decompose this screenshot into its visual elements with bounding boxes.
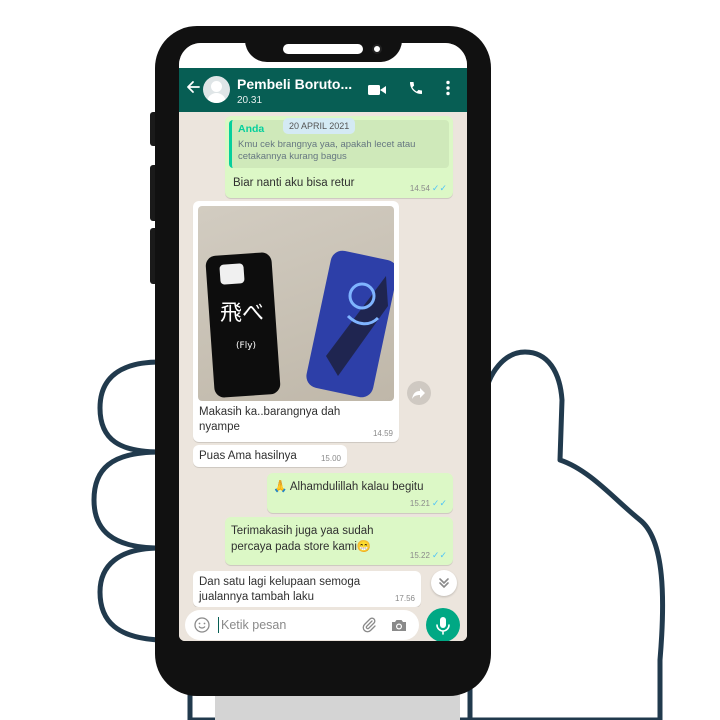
message-input[interactable]: Ketik pesan <box>185 610 419 640</box>
message-input-placeholder: Ketik pesan <box>221 618 287 632</box>
finger-3 <box>97 545 163 643</box>
case-left-subtext: (Fly) <box>236 341 256 351</box>
message-out[interactable]: Terimakasih juga yaa sudah percaya pada … <box>225 517 453 565</box>
phone-speaker <box>283 44 363 54</box>
message-in-photo[interactable]: 飛べ (Fly) Makasih ka..barangnya dah nyamp… <box>193 201 399 442</box>
camera-icon[interactable] <box>391 618 407 637</box>
message-time: 15.22 ✓✓ <box>409 550 447 560</box>
emoji-icon[interactable] <box>194 617 210 638</box>
message-text: Dan satu lagi kelupaan semoga jualannya … <box>199 576 361 603</box>
arrow-left-icon[interactable] <box>185 79 201 98</box>
message-time: 14.59 <box>372 429 393 438</box>
message-text: Biar nanti aku bisa retur <box>233 177 355 189</box>
message-text: 🙏 Alhamdulillah kalau begitu <box>273 481 424 493</box>
message-out[interactable]: 🙏 Alhamdulillah kalau begitu 15.21 ✓✓ <box>267 473 453 513</box>
chat-header: Pembeli Boruto... 20.31 <box>179 68 467 112</box>
message-time: 15.00 <box>320 454 341 463</box>
double-check-icon: ✓✓ <box>431 550 447 560</box>
photo-attachment[interactable]: 飛べ (Fly) <box>198 206 394 401</box>
message-time: 14.54 ✓✓ <box>409 183 447 193</box>
paperclip-icon[interactable] <box>361 617 377 638</box>
double-check-icon: ✓✓ <box>431 498 447 508</box>
text-caret <box>218 617 219 633</box>
phone-screen: Pembeli Boruto... 20.31 Anda Kmu cek bra… <box>179 43 467 641</box>
message-composer: Ketik pesan <box>179 607 467 641</box>
message-text: Terimakasih juga yaa sudah percaya pada … <box>231 525 374 553</box>
contact-last-seen: 20.31 <box>237 95 263 106</box>
message-time: 15.21 ✓✓ <box>409 498 447 508</box>
case-left-text: 飛べ <box>220 301 264 326</box>
chat-area[interactable]: Anda Kmu cek brangnya yaa, apakah lecet … <box>179 112 467 607</box>
phone-icon[interactable] <box>408 80 424 101</box>
forward-icon[interactable] <box>407 381 431 405</box>
phone-case-blue <box>306 250 394 398</box>
finger-2 <box>91 449 163 551</box>
message-text: Makasih ka..barangnya dah nyampe <box>199 406 341 433</box>
contact-name[interactable]: Pembeli Boruto... <box>237 76 352 92</box>
double-chevron-down-icon[interactable] <box>431 570 457 596</box>
double-check-icon: ✓✓ <box>431 183 447 193</box>
message-time: 17.56 <box>394 594 415 603</box>
avatar[interactable] <box>203 76 230 103</box>
video-camera-icon[interactable] <box>368 83 386 101</box>
message-text: Puas Ama hasilnya <box>199 450 297 462</box>
phone-front-camera <box>372 44 382 54</box>
microphone-icon[interactable] <box>426 608 460 641</box>
date-chip: 20 APRIL 2021 <box>283 118 356 134</box>
more-vert-icon[interactable] <box>445 80 451 101</box>
message-in[interactable]: Dan satu lagi kelupaan semoga jualannya … <box>193 571 421 607</box>
message-in[interactable]: Puas Ama hasilnya 15.00 <box>193 445 347 467</box>
quote-text: Kmu cek brangnya yaa, apakah lecet atau … <box>238 139 416 162</box>
finger-1 <box>97 359 163 455</box>
